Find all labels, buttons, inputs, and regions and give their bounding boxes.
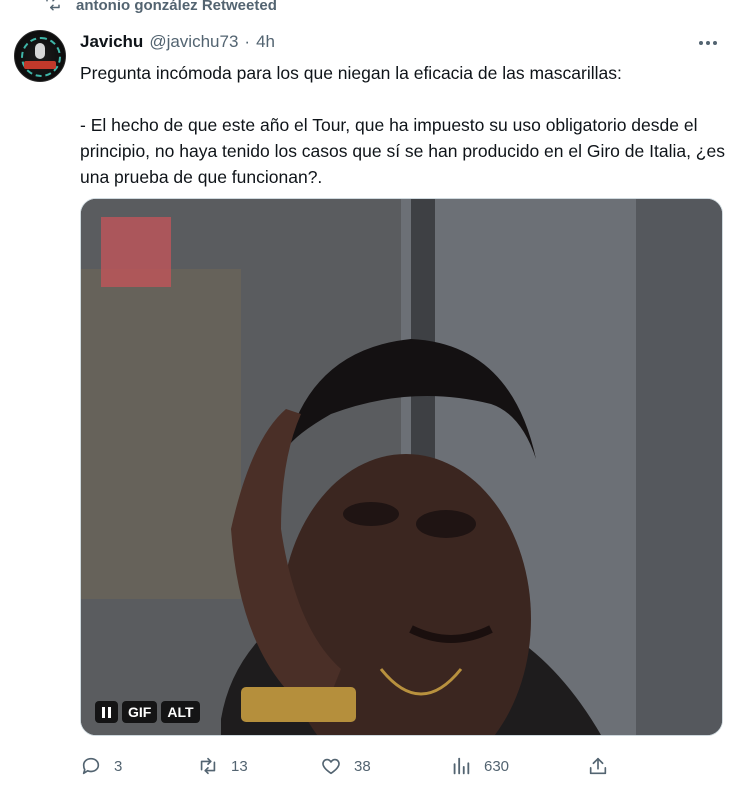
reply-button[interactable]: 3 [80, 755, 122, 777]
pause-icon [102, 706, 105, 718]
tweet-media-gif[interactable]: GIF ALT [80, 198, 723, 736]
author-name[interactable]: Javichu [80, 32, 143, 52]
pause-icon [108, 706, 111, 718]
retweet-button[interactable]: 13 [197, 755, 248, 777]
microphone-icon [35, 43, 45, 59]
tweet-actions: 3 13 38 630 [80, 752, 620, 780]
author-handle[interactable]: @javichu73 [149, 32, 238, 52]
retweet-label: antonio gonzález Retweeted [76, 0, 277, 14]
reply-count: 3 [114, 757, 123, 775]
gif-image [81, 199, 722, 735]
header-separator: · [244, 32, 251, 51]
retweet-count: 13 [231, 757, 248, 775]
retweet-context[interactable]: antonio gonzález Retweeted [44, 0, 277, 18]
avatar-banner [24, 61, 56, 69]
tweet-timestamp[interactable]: 4h [256, 32, 275, 52]
tweet-header: Javichu @javichu73 · 4h [80, 30, 275, 54]
more-dot-icon [713, 41, 717, 45]
reply-icon [82, 757, 100, 775]
retweet-icon [200, 757, 216, 775]
view-count: 630 [484, 757, 510, 775]
share-button[interactable] [587, 755, 609, 777]
pause-button[interactable] [95, 701, 118, 723]
avatar[interactable] [14, 30, 66, 82]
like-count: 38 [354, 757, 371, 775]
more-dot-icon [706, 41, 710, 45]
like-button[interactable]: 38 [320, 755, 371, 777]
heart-icon [322, 758, 340, 775]
more-dot-icon [699, 41, 703, 45]
analytics-icon [453, 757, 470, 775]
share-icon [589, 757, 607, 775]
retweet-icon [44, 0, 62, 16]
tweet-text: Pregunta incómoda para los que niegan la… [80, 63, 725, 187]
gif-badge: GIF [122, 701, 158, 723]
gif-controls: GIF ALT [95, 701, 200, 723]
alt-text-button[interactable]: ALT [161, 701, 200, 723]
views-button[interactable]: 630 [450, 755, 509, 777]
more-options-button[interactable] [694, 32, 722, 54]
